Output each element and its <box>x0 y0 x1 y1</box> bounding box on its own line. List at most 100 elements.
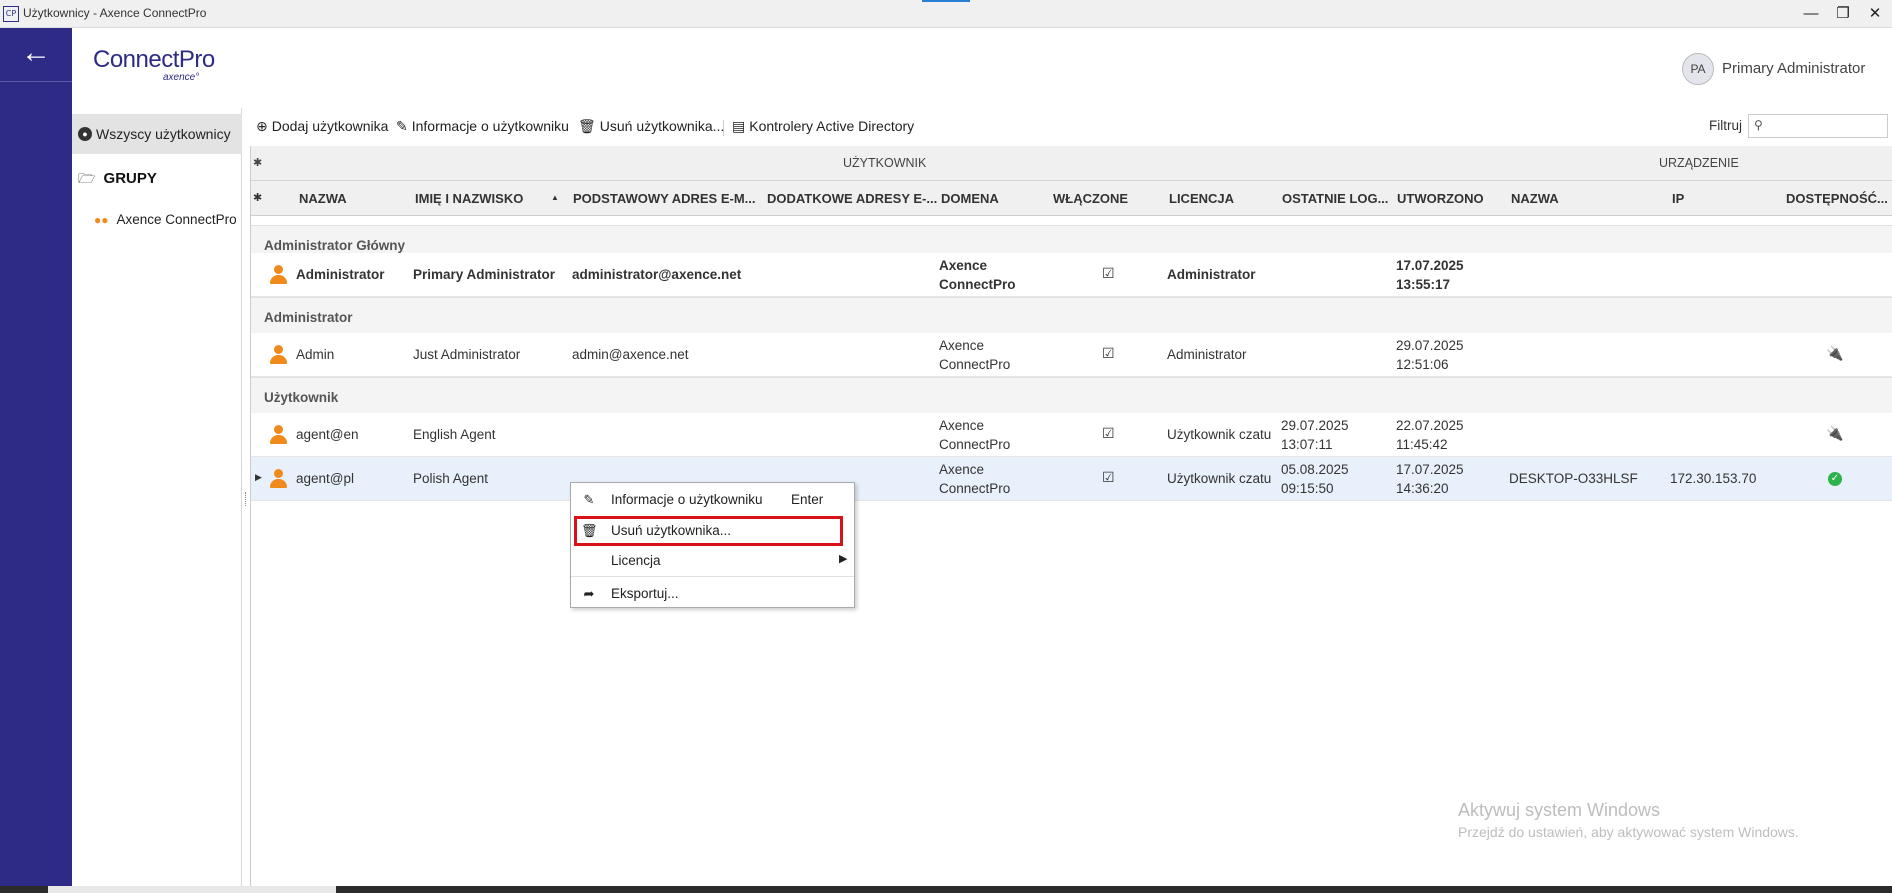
groups-label: GRUPY <box>103 170 157 187</box>
ad-controllers-label: Kontrolery Active Directory <box>749 118 915 134</box>
table-row[interactable]: Administrator Primary Administrator admi… <box>251 253 1892 297</box>
cell-nazwa: Admin <box>296 347 335 362</box>
folder-icon: 🗁 <box>78 170 96 186</box>
group-header[interactable]: Użytkownik <box>251 377 1892 414</box>
cell-utworzono-time: 14:36:20 <box>1396 481 1449 496</box>
sort-asc-icon: ▲ <box>551 193 559 202</box>
cell-utworzono-date: 29.07.2025 <box>1396 338 1464 353</box>
nav-bar: ← <box>0 28 72 886</box>
cell-ostatnie-time: 13:07:11 <box>1281 437 1333 452</box>
cell-domena-line2: ConnectPro <box>939 357 1011 372</box>
cell-domena-line1: Axence <box>939 462 985 477</box>
table-row[interactable]: agent@en English Agent Axence ConnectPro… <box>251 413 1892 457</box>
groups-heading: 🗁 GRUPY <box>78 168 157 192</box>
avatar[interactable]: PA <box>1682 53 1714 85</box>
activation-watermark-title: Aktywuj system Windows <box>1458 800 1661 820</box>
taskbar-search[interactable] <box>48 886 336 893</box>
cell-ostatnie-date: 29.07.2025 <box>1281 418 1349 433</box>
export-icon: ➦ <box>583 586 595 601</box>
cell-utworzono-date: 22.07.2025 <box>1396 418 1464 433</box>
focus-indicator <box>922 0 970 2</box>
delete-user-label: Usuń użytkownika... <box>599 118 725 134</box>
band-user: UŻYTKOWNIK <box>843 156 927 170</box>
logo-brand: ConnectPro <box>93 46 215 73</box>
col-imie[interactable]: IMIĘ I NAZWISKO <box>415 191 523 206</box>
col-ostatnie[interactable]: OSTATNIE LOG... <box>1282 191 1388 206</box>
globe-icon: ● <box>78 127 92 141</box>
col-ip[interactable]: IP <box>1672 191 1684 206</box>
col-domena[interactable]: DOMENA <box>941 191 999 206</box>
cell-email: administrator@axence.net <box>572 267 742 282</box>
cell-device-name: DESKTOP-O33HLSF <box>1509 471 1638 486</box>
server-icon: ▤ <box>732 118 746 134</box>
restore-button[interactable]: ❐ <box>1830 4 1856 24</box>
pencil-icon: ✎ <box>396 118 408 134</box>
submenu-arrow-icon: ▶ <box>839 553 848 565</box>
toolbar-divider <box>723 120 724 136</box>
close-button[interactable]: ✕ <box>1862 4 1888 24</box>
col-utworzono[interactable]: UTWORZONO <box>1397 191 1484 206</box>
enabled-checkbox[interactable]: ☑ <box>1102 264 1115 283</box>
grid-band-header: ✱ UŻYTKOWNIK URZĄDZENIE <box>251 146 1892 181</box>
col-wlaczone[interactable]: WŁĄCZONE <box>1053 191 1128 206</box>
sidebar-item-all-users[interactable]: ● Wszyscy użytkownicy <box>72 114 242 154</box>
cell-ostatnie-time: 09:15:50 <box>1281 481 1334 496</box>
cell-utworzono-date: 17.07.2025 <box>1396 462 1464 477</box>
cell-ostatnie-date: 05.08.2025 <box>1281 462 1349 477</box>
cell-licencja: Użytkownik czatu <box>1167 471 1272 486</box>
activation-watermark-text: Przejdź do ustawień, aby aktywować syste… <box>1458 824 1799 840</box>
band-settings-icon[interactable]: ✱ <box>253 156 262 169</box>
taskbar <box>0 886 1892 893</box>
user-icon <box>269 345 287 365</box>
grid-column-header: ✱ NAZWA IMIĘ I NAZWISKO ▲ PODSTAWOWY ADR… <box>251 181 1892 216</box>
user-info-button[interactable]: ✎ Informacje o użytkowniku <box>396 118 569 135</box>
logo-sub: axence° <box>163 72 200 83</box>
cell-domena-line2: ConnectPro <box>939 277 1016 292</box>
filter-input[interactable]: ⚲ <box>1748 114 1888 138</box>
menu-item-license[interactable]: Licencja ▶ <box>571 546 854 576</box>
column-chooser-icon[interactable]: ✱ <box>253 191 262 204</box>
cell-licencja: Użytkownik czatu <box>1167 427 1272 442</box>
users-group-icon: ●● <box>94 213 109 227</box>
delete-user-button[interactable]: 🗑 Usuń użytkownika... <box>578 118 724 135</box>
menu-item-label: Eksportuj... <box>611 586 679 601</box>
group-header[interactable]: Administrator <box>251 297 1892 334</box>
col-nazwa[interactable]: NAZWA <box>299 191 347 206</box>
cell-utworzono-time: 11:45:42 <box>1396 437 1448 452</box>
search-icon: ⚲ <box>1754 118 1763 132</box>
splitter-handle[interactable] <box>245 492 248 506</box>
sidebar-item-group[interactable]: ●● Axence ConnectPro <box>94 212 237 227</box>
toolbar: ⊕ Dodaj użytkownika ✎ Informacje o użytkow… <box>250 112 1892 142</box>
user-name[interactable]: Primary Administrator <box>1722 60 1865 77</box>
col-dostepnosc[interactable]: DOSTĘPNOŚĆ... <box>1786 191 1888 206</box>
col-dev-nazwa[interactable]: NAZWA <box>1511 191 1559 206</box>
online-check-icon: ✓ <box>1828 472 1842 486</box>
menu-item-user-info[interactable]: ✎ Informacje o użytkowniku Enter <box>571 485 854 515</box>
minimize-button[interactable]: — <box>1798 4 1824 24</box>
cell-domena-line1: Axence <box>939 258 988 273</box>
cell-domena-line1: Axence <box>939 418 985 433</box>
menu-separator <box>571 576 854 577</box>
users-grid: ✱ UŻYTKOWNIK URZĄDZENIE ✱ NAZWA IMIĘ I N… <box>245 146 1892 886</box>
group-label: Administrator <box>264 310 353 325</box>
table-row[interactable]: Admin Just Administrator admin@axence.ne… <box>251 333 1892 377</box>
plug-icon: 🔌 <box>1826 345 1844 361</box>
cell-imie: Primary Administrator <box>413 267 556 282</box>
add-user-button[interactable]: ⊕ Dodaj użytkownika <box>256 118 388 135</box>
enabled-checkbox[interactable]: ☑ <box>1102 424 1115 443</box>
enabled-checkbox[interactable]: ☑ <box>1102 468 1115 487</box>
menu-item-label: Licencja <box>611 553 661 568</box>
enabled-checkbox[interactable]: ☑ <box>1102 344 1115 363</box>
menu-item-export[interactable]: ➦ Eksportuj... <box>571 579 854 609</box>
back-arrow-icon[interactable]: ← <box>0 28 72 82</box>
col-extra-email[interactable]: DODATKOWE ADRESY E-... <box>767 191 937 206</box>
cell-domena-line1: Axence <box>939 338 985 353</box>
col-licencja[interactable]: LICENCJA <box>1169 191 1234 206</box>
user-icon <box>269 265 287 285</box>
add-user-label: Dodaj użytkownika <box>271 118 389 134</box>
col-email[interactable]: PODSTAWOWY ADRES E-M... <box>573 191 756 206</box>
cell-domena-line2: ConnectPro <box>939 481 1011 496</box>
table-row-selected[interactable]: ▶ agent@pl Polish Agent Axence ConnectPr… <box>251 457 1892 501</box>
cell-nazwa: agent@en <box>296 427 359 442</box>
ad-controllers-button[interactable]: ▤ Kontrolery Active Directory <box>732 118 914 135</box>
